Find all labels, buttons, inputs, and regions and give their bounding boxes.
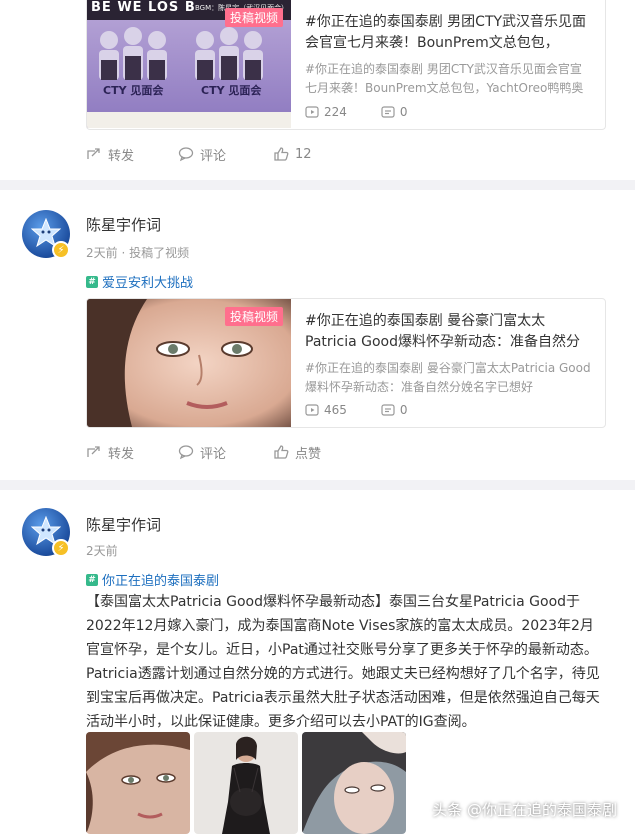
like-button[interactable]: 12 <box>273 146 365 162</box>
play-icon <box>305 106 319 118</box>
video-embed[interactable]: 投稿视频 #你正在追的泰国泰剧 曼谷豪门富太太Patricia Good爆料怀孕… <box>86 298 606 428</box>
post-photo[interactable] <box>302 732 406 834</box>
comment-count: 0 <box>381 403 408 417</box>
post-meta: 2天前 <box>86 544 118 558</box>
topic-hash-icon: # <box>86 275 98 288</box>
play-icon <box>305 404 319 416</box>
verified-badge-icon: ⚡ <box>52 241 70 259</box>
video-title[interactable]: #你正在追的泰国泰剧 男团CTY武汉音乐见面会官宣七月来袭！BounPrem文总… <box>305 12 593 54</box>
share-button[interactable]: 转发 <box>86 145 178 164</box>
watermark: 头条 @你正在追的泰国泰剧 <box>432 801 617 819</box>
video-stats: 465 0 <box>305 403 408 417</box>
action-bar: 转发 评论 点赞 <box>86 440 606 464</box>
video-embed[interactable]: BE WE LOS B BGM：陈星宇（武汉见面会） CTY 见面会 CTY 见… <box>86 0 606 130</box>
video-title[interactable]: #你正在追的泰国泰剧 曼谷豪门富太太Patricia Good爆料怀孕新动态：准… <box>305 311 593 353</box>
share-icon <box>87 446 100 457</box>
topic-link[interactable]: # 你正在追的泰国泰剧 <box>86 570 219 589</box>
comment-icon <box>178 445 194 460</box>
comment-button[interactable]: 评论 <box>178 443 273 462</box>
author-name[interactable]: 陈星宇作词 <box>86 514 161 535</box>
video-info: #你正在追的泰国泰剧 男团CTY武汉音乐见面会官宣七月来袭！BounPrem文总… <box>305 12 593 98</box>
thumb-caption-left: CTY 见面会 <box>103 84 164 97</box>
post-photo[interactable] <box>86 732 190 834</box>
comment-box-icon <box>381 106 395 118</box>
post-card-1: BE WE LOS B BGM：陈星宇（武汉见面会） CTY 见面会 CTY 见… <box>0 0 635 180</box>
post-text: 【泰国富太太Patricia Good爆料怀孕最新动态】泰国三台女星Patric… <box>86 594 600 730</box>
topic-link[interactable]: # 爱豆安利大挑战 <box>86 272 193 291</box>
play-count: 465 <box>305 403 347 417</box>
post-card-2: ⚡ 陈星宇作词 2天前 · 投稿了视频 # 爱豆安利大挑战 投稿视频 #你正在追… <box>0 190 635 480</box>
comment-box-icon <box>381 404 395 416</box>
comment-icon <box>178 147 194 162</box>
post-photo[interactable] <box>194 732 298 834</box>
share-button[interactable]: 转发 <box>86 443 178 462</box>
thumbs-up-icon <box>274 445 289 459</box>
comment-count: 0 <box>381 105 408 119</box>
video-tag: 投稿视频 <box>225 307 284 326</box>
verified-badge-icon: ⚡ <box>52 539 70 557</box>
video-info: #你正在追的泰国泰剧 曼谷豪门富太太Patricia Good爆料怀孕新动态：准… <box>305 311 593 397</box>
share-icon <box>87 148 100 159</box>
video-description: #你正在追的泰国泰剧 男团CTY武汉音乐见面会官宣七月来袭！BounPrem文总… <box>305 62 584 95</box>
thumbs-up-icon <box>274 147 289 161</box>
video-tag: 投稿视频 <box>224 8 283 27</box>
topic-hash-icon: # <box>86 573 98 586</box>
like-button[interactable]: 点赞 <box>273 443 365 462</box>
video-description: #你正在追的泰国泰剧 曼谷豪门富太太Patricia Good爆料怀孕新动态：准… <box>305 361 591 394</box>
play-count: 224 <box>305 105 347 119</box>
thumb-banner-text: BE WE LOS B <box>91 0 196 15</box>
action-bar: 转发 评论 12 <box>86 142 606 166</box>
author-name[interactable]: 陈星宇作词 <box>86 214 161 235</box>
video-stats: 224 0 <box>305 105 408 119</box>
comment-button[interactable]: 评论 <box>178 145 273 164</box>
post-meta: 2天前 · 投稿了视频 <box>86 246 190 260</box>
video-thumbnail[interactable]: BE WE LOS B BGM：陈星宇（武汉见面会） CTY 见面会 CTY 见… <box>87 0 291 128</box>
video-thumbnail[interactable]: 投稿视频 <box>87 299 291 427</box>
thumb-caption-right: CTY 见面会 <box>201 84 262 97</box>
